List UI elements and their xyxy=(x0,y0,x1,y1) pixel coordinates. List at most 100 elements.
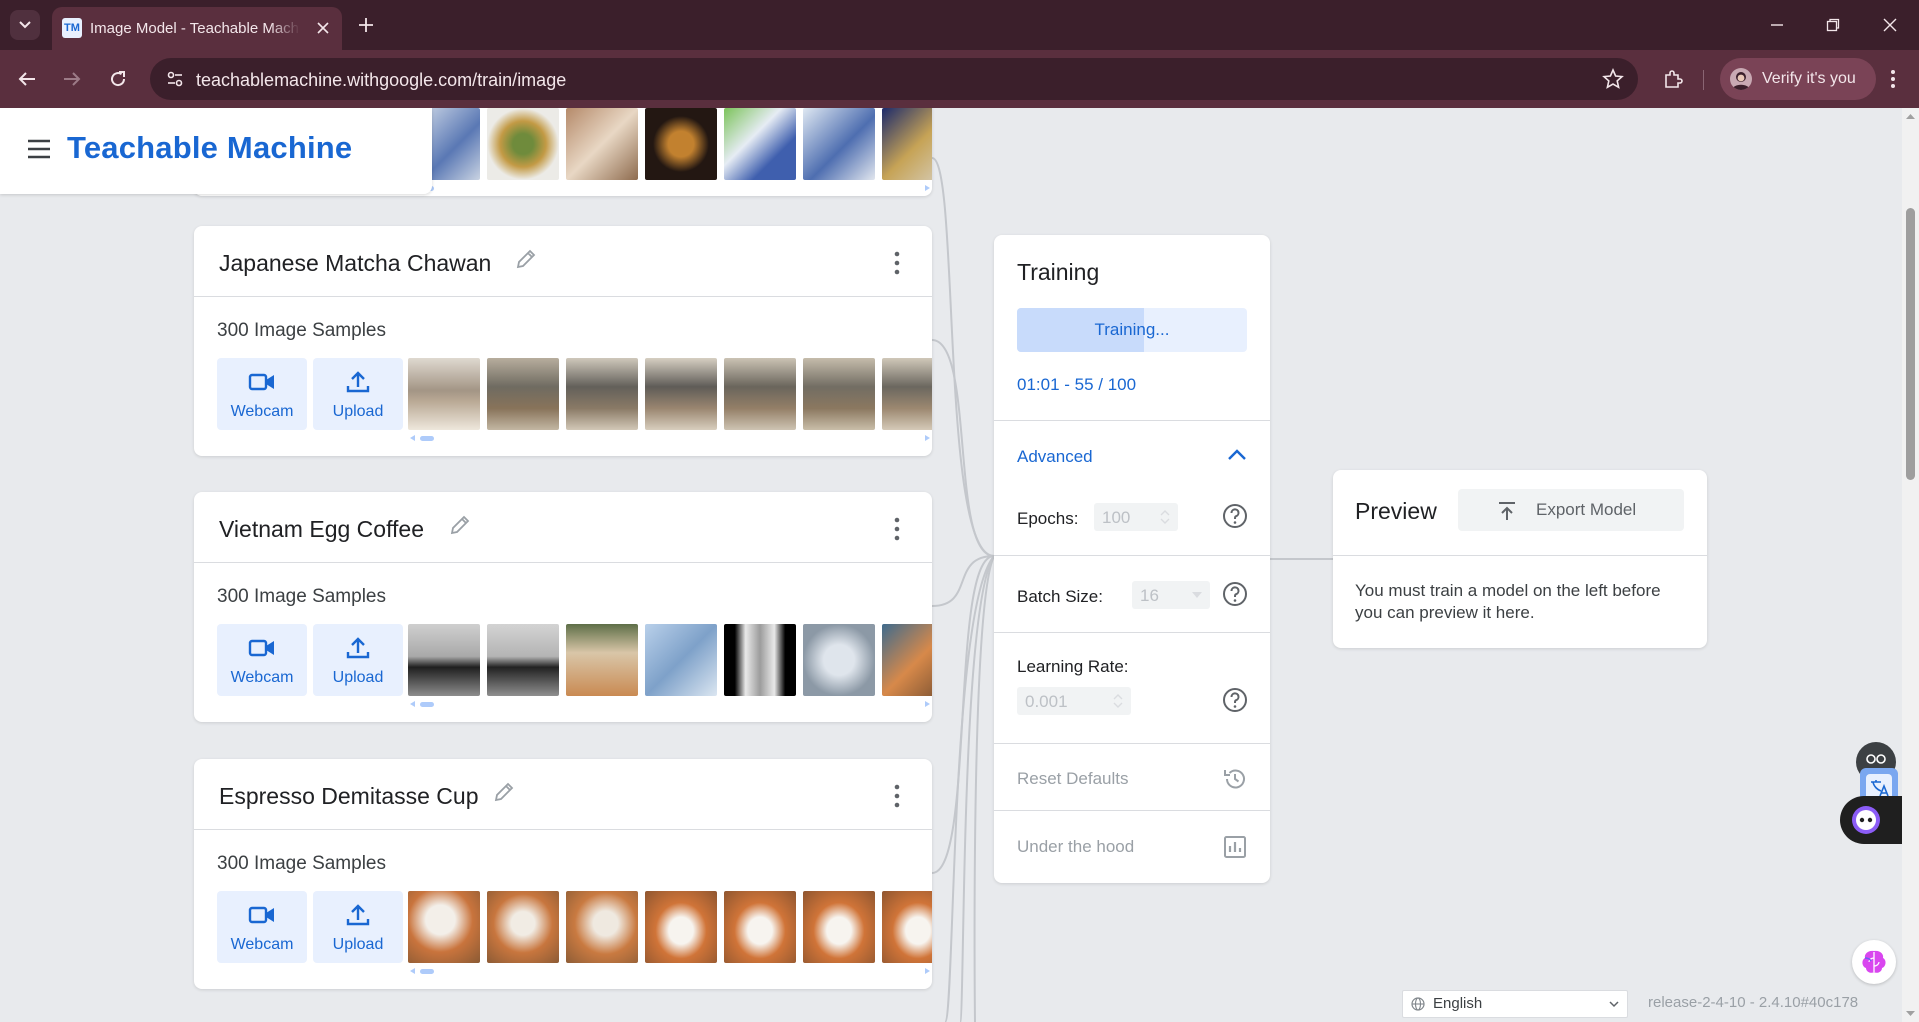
bar-chart-icon[interactable] xyxy=(1222,834,1248,860)
sample-thumbnail[interactable] xyxy=(724,108,796,180)
scrollbar-thumb[interactable] xyxy=(1906,208,1915,480)
advanced-toggle[interactable]: Advanced xyxy=(1017,447,1093,467)
language-select[interactable]: English xyxy=(1402,990,1628,1018)
spinner-arrows-icon[interactable] xyxy=(1160,508,1170,526)
address-bar[interactable]: teachablemachine.withgoogle.com/train/im… xyxy=(150,58,1638,100)
new-tab-button[interactable] xyxy=(352,11,380,39)
tab-search-button[interactable] xyxy=(10,10,40,40)
sample-thumbnail[interactable] xyxy=(724,624,796,696)
sample-thumbnail[interactable] xyxy=(645,624,717,696)
scroll-down-arrow-icon[interactable] xyxy=(1902,1008,1919,1020)
scroll-thumb[interactable] xyxy=(420,969,434,974)
reset-defaults-button[interactable]: Reset Defaults xyxy=(1017,769,1129,789)
brain-widget-button[interactable] xyxy=(1852,940,1896,984)
chevron-up-icon[interactable] xyxy=(1226,447,1248,463)
thumbnail-scrollbar[interactable] xyxy=(408,184,932,192)
edit-pencil-icon[interactable] xyxy=(491,779,517,805)
export-model-button[interactable]: Export Model xyxy=(1458,489,1684,531)
browser-menu-button[interactable] xyxy=(1878,64,1908,94)
sample-thumbnail[interactable] xyxy=(645,891,717,963)
sample-thumbnail[interactable] xyxy=(566,358,638,430)
bookmark-star-icon[interactable] xyxy=(1602,68,1624,90)
scroll-right-arrow-icon[interactable] xyxy=(925,435,930,441)
profile-button[interactable]: Verify it's you xyxy=(1720,58,1876,100)
restore-button[interactable] xyxy=(1818,10,1848,40)
sample-thumbnail[interactable] xyxy=(882,891,932,963)
sample-thumbnail[interactable] xyxy=(408,358,480,430)
sample-thumbnail[interactable] xyxy=(408,891,480,963)
export-upload-icon xyxy=(1499,502,1515,520)
sample-thumbnail[interactable] xyxy=(566,891,638,963)
epochs-input[interactable]: 100 xyxy=(1094,503,1178,531)
learning-rate-input[interactable]: 0.001 xyxy=(1017,687,1131,715)
sample-thumbnail[interactable] xyxy=(487,891,559,963)
upload-button[interactable]: Upload xyxy=(313,624,403,696)
more-vert-icon[interactable] xyxy=(892,250,902,276)
spinner-arrows-icon[interactable] xyxy=(1113,692,1123,710)
batch-size-select[interactable]: 16 xyxy=(1132,581,1210,609)
site-info-icon[interactable] xyxy=(166,70,184,88)
sample-thumbnail[interactable] xyxy=(882,358,932,430)
help-icon[interactable] xyxy=(1222,581,1248,607)
upload-icon xyxy=(346,637,370,659)
sample-thumbnail[interactable] xyxy=(882,108,932,180)
tab-close-button[interactable] xyxy=(312,17,334,39)
scroll-thumb[interactable] xyxy=(420,702,434,707)
class-title[interactable]: Japanese Matcha Chawan xyxy=(219,250,491,277)
page-scrollbar[interactable] xyxy=(1902,108,1919,1022)
sample-thumbnail[interactable] xyxy=(724,891,796,963)
thumbnail-scrollbar[interactable] xyxy=(408,967,932,975)
sample-thumbnail[interactable] xyxy=(487,624,559,696)
back-button[interactable] xyxy=(12,64,42,94)
history-icon[interactable] xyxy=(1222,766,1248,792)
webcam-button[interactable]: Webcam xyxy=(217,624,307,696)
more-vert-icon[interactable] xyxy=(892,516,902,542)
menu-icon[interactable] xyxy=(26,138,52,160)
help-icon[interactable] xyxy=(1222,503,1248,529)
edit-pencil-icon[interactable] xyxy=(447,512,473,538)
scroll-right-arrow-icon[interactable] xyxy=(925,185,930,191)
scroll-thumb[interactable] xyxy=(420,436,434,441)
class-title[interactable]: Vietnam Egg Coffee xyxy=(219,516,424,543)
thumbnail-scrollbar[interactable] xyxy=(408,700,932,708)
train-model-button[interactable]: Training... xyxy=(1017,308,1247,352)
class-title[interactable]: Espresso Demitasse Cup xyxy=(219,783,479,810)
help-icon[interactable] xyxy=(1222,687,1248,713)
minimize-button[interactable] xyxy=(1762,10,1792,40)
webcam-button[interactable]: Webcam xyxy=(217,891,307,963)
thumbnail-scrollbar[interactable] xyxy=(408,434,932,442)
scroll-left-arrow-icon[interactable] xyxy=(410,968,415,974)
sample-thumbnail[interactable] xyxy=(882,624,932,696)
sample-thumbnail[interactable] xyxy=(724,358,796,430)
upload-button[interactable]: Upload xyxy=(313,891,403,963)
sample-thumbnail[interactable] xyxy=(803,624,875,696)
sample-thumbnails xyxy=(408,358,932,430)
more-vert-icon[interactable] xyxy=(892,783,902,809)
sample-thumbnail[interactable] xyxy=(487,358,559,430)
sample-thumbnail[interactable] xyxy=(487,108,559,180)
arrow-left-icon xyxy=(18,72,35,86)
sample-thumbnail[interactable] xyxy=(803,108,875,180)
sample-thumbnail[interactable] xyxy=(803,891,875,963)
scroll-right-arrow-icon[interactable] xyxy=(925,701,930,707)
scroll-up-arrow-icon[interactable] xyxy=(1902,110,1919,122)
under-the-hood-button[interactable]: Under the hood xyxy=(1017,837,1134,857)
forward-button[interactable] xyxy=(57,64,87,94)
sample-thumbnail[interactable] xyxy=(408,624,480,696)
sample-thumbnail[interactable] xyxy=(566,624,638,696)
sample-thumbnail[interactable] xyxy=(803,358,875,430)
webcam-button[interactable]: Webcam xyxy=(217,358,307,430)
scroll-left-arrow-icon[interactable] xyxy=(410,701,415,707)
scroll-left-arrow-icon[interactable] xyxy=(410,435,415,441)
reload-button[interactable] xyxy=(103,64,133,94)
scroll-right-arrow-icon[interactable] xyxy=(925,968,930,974)
browser-tab-active[interactable]: TM Image Model - Teachable Machine xyxy=(52,7,342,50)
window-close-button[interactable] xyxy=(1875,10,1905,40)
upload-button[interactable]: Upload xyxy=(313,358,403,430)
sample-thumbnail[interactable] xyxy=(645,108,717,180)
sample-thumbnail[interactable] xyxy=(645,358,717,430)
extensions-button[interactable] xyxy=(1658,64,1688,94)
edit-pencil-icon[interactable] xyxy=(513,246,539,272)
sample-thumbnail[interactable] xyxy=(566,108,638,180)
browser-tabbar: TM Image Model - Teachable Machine xyxy=(0,0,1919,50)
